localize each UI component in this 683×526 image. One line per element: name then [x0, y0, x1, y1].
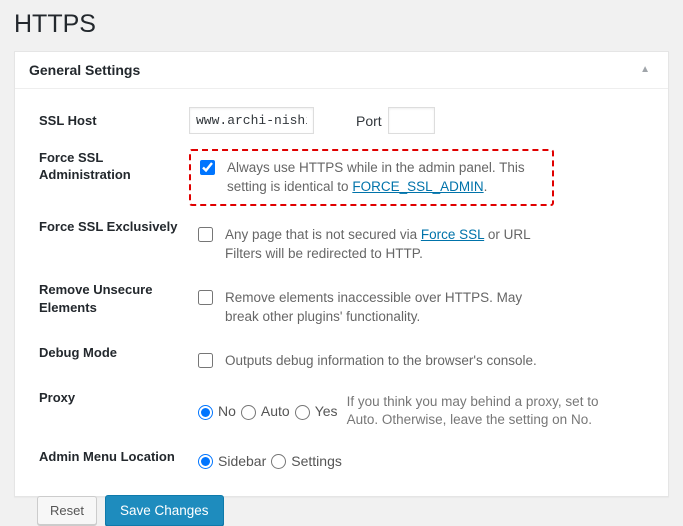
form-actions: Reset Save Changes: [15, 481, 668, 526]
remove-unsecure-elements-description: Remove elements inaccessible over HTTPS.…: [225, 288, 543, 326]
general-settings-panel: General Settings ▲ SSL Host Port Force S…: [14, 51, 669, 497]
force-ssl-link[interactable]: Force SSL: [421, 227, 484, 242]
row-debug-mode: Debug Mode Outputs debug information to …: [15, 338, 668, 382]
force-ssl-exclusively-checkbox[interactable]: [198, 227, 213, 242]
panel-title: General Settings: [29, 62, 140, 78]
admin-menu-option-settings-label: Settings: [291, 453, 342, 469]
proxy-option-yes[interactable]: Yes: [295, 403, 338, 420]
highlight-annotation: Always use HTTPS while in the admin pane…: [189, 149, 554, 206]
debug-mode-checkbox[interactable]: [198, 353, 213, 368]
admin-menu-option-sidebar[interactable]: Sidebar: [198, 452, 266, 469]
reset-button[interactable]: Reset: [37, 496, 97, 525]
row-remove-unsecure-elements: Remove Unsecure Elements Remove elements…: [15, 275, 668, 338]
chevron-up-icon[interactable]: ▲: [634, 61, 656, 79]
field-force-ssl-exclusively: Any page that is not secured via Force S…: [189, 212, 668, 275]
row-proxy: Proxy No Auto Yes: [15, 383, 668, 443]
proxy-option-auto[interactable]: Auto: [241, 403, 290, 420]
row-force-ssl-administration: Force SSL Administration Always use HTTP…: [15, 143, 668, 212]
field-debug-mode: Outputs debug information to the browser…: [189, 338, 668, 382]
description-text-after: .: [484, 179, 488, 194]
proxy-option-no-label: No: [218, 403, 236, 419]
proxy-help-text: If you think you may behind a proxy, set…: [347, 393, 625, 431]
panel-header: General Settings ▲: [15, 52, 668, 89]
proxy-option-yes-label: Yes: [315, 403, 338, 419]
ssl-host-input[interactable]: [189, 107, 314, 134]
row-admin-menu-location: Admin Menu Location Sidebar Settings: [15, 442, 668, 481]
force-ssl-exclusively-description: Any page that is not secured via Force S…: [225, 225, 543, 263]
page-title: HTTPS: [0, 0, 683, 51]
field-force-ssl-administration: Always use HTTPS while in the admin pane…: [189, 143, 668, 212]
label-debug-mode: Debug Mode: [15, 338, 189, 368]
admin-menu-option-settings[interactable]: Settings: [271, 452, 342, 469]
force-ssl-admin-link[interactable]: FORCE_SSL_ADMIN: [352, 179, 483, 194]
proxy-option-no[interactable]: No: [198, 403, 236, 420]
label-force-ssl-administration: Force SSL Administration: [15, 143, 189, 190]
panel-body: SSL Host Port Force SSL Administration A…: [15, 89, 668, 526]
label-port: Port: [356, 113, 382, 129]
label-proxy: Proxy: [15, 383, 189, 413]
proxy-radio-yes[interactable]: [295, 405, 310, 420]
admin-menu-radio-sidebar[interactable]: [198, 454, 213, 469]
admin-menu-radio-settings[interactable]: [271, 454, 286, 469]
label-remove-unsecure-elements: Remove Unsecure Elements: [15, 275, 189, 322]
field-admin-menu-location: Sidebar Settings: [189, 442, 668, 481]
proxy-radio-auto[interactable]: [241, 405, 256, 420]
row-force-ssl-exclusively: Force SSL Exclusively Any page that is n…: [15, 212, 668, 275]
field-proxy: No Auto Yes If you think you may behind …: [189, 383, 668, 443]
proxy-option-auto-label: Auto: [261, 403, 290, 419]
row-ssl-host: SSL Host Port: [15, 99, 668, 143]
admin-menu-option-sidebar-label: Sidebar: [218, 453, 266, 469]
force-ssl-administration-checkbox[interactable]: [200, 160, 215, 175]
description-text-before: Any page that is not secured via: [225, 227, 421, 242]
label-ssl-host: SSL Host: [15, 106, 189, 136]
remove-unsecure-elements-checkbox[interactable]: [198, 290, 213, 305]
proxy-radio-no[interactable]: [198, 405, 213, 420]
field-ssl-host: Port: [189, 103, 668, 138]
field-remove-unsecure-elements: Remove elements inaccessible over HTTPS.…: [189, 275, 668, 338]
label-force-ssl-exclusively: Force SSL Exclusively: [15, 212, 189, 242]
label-admin-menu-location: Admin Menu Location: [15, 442, 189, 472]
port-input[interactable]: [388, 107, 435, 134]
force-ssl-administration-description: Always use HTTPS while in the admin pane…: [227, 158, 543, 196]
debug-mode-description: Outputs debug information to the browser…: [225, 351, 537, 370]
save-changes-button[interactable]: Save Changes: [105, 495, 224, 526]
